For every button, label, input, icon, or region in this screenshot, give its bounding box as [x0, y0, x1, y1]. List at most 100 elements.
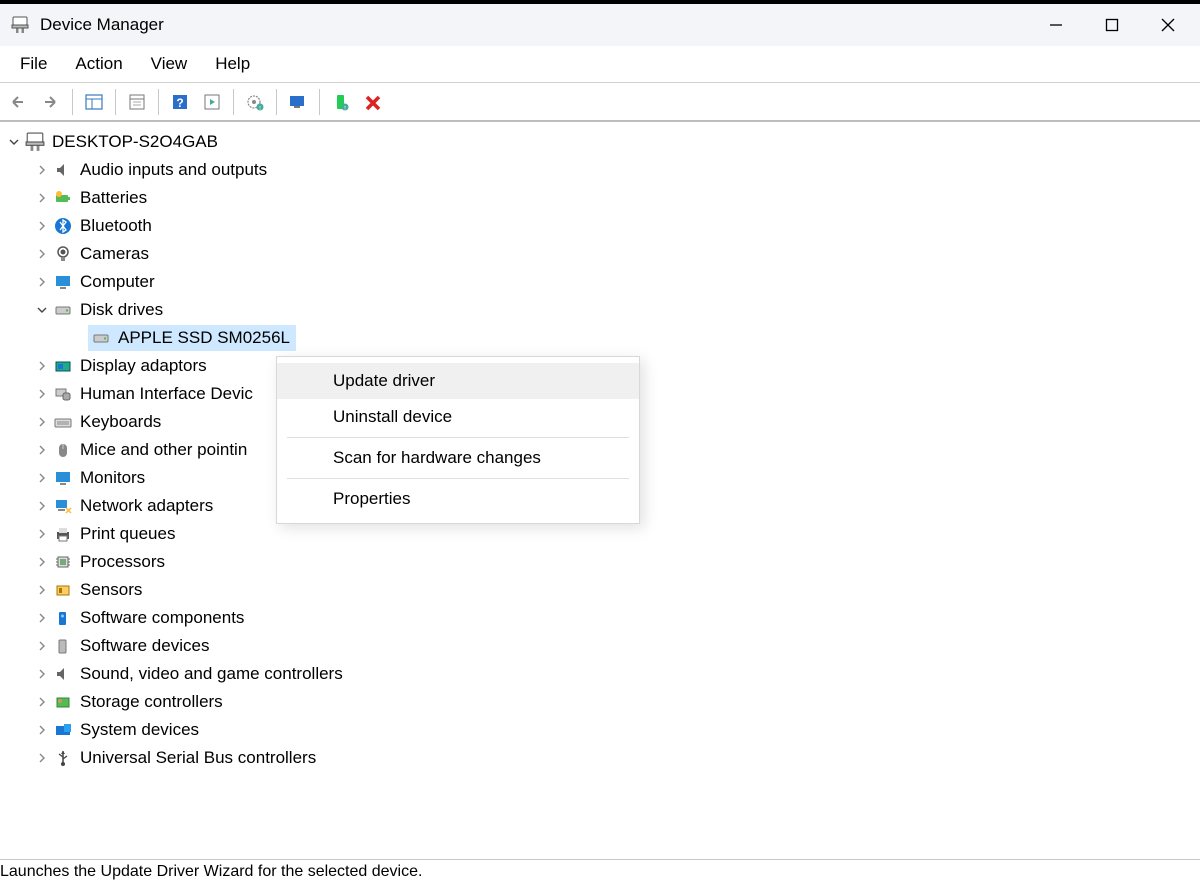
- tree-item-sensors[interactable]: Sensors: [32, 576, 1200, 604]
- software-device-icon: [52, 637, 74, 655]
- tree-item-label: Human Interface Devic: [80, 380, 253, 408]
- tree-item-label: Disk drives: [80, 296, 163, 324]
- toolbar-divider: [158, 89, 159, 115]
- tree-item-label: Computer: [80, 268, 155, 296]
- statusbar-text: Launches the Update Driver Wizard for th…: [0, 863, 422, 881]
- tree-item-label: Storage controllers: [80, 688, 223, 716]
- system-device-icon: [52, 721, 74, 739]
- usb-icon: [52, 749, 74, 767]
- tree-item-label: Cameras: [80, 240, 149, 268]
- ctx-separator: [287, 478, 629, 479]
- monitor-icon: [52, 469, 74, 487]
- menu-action[interactable]: Action: [61, 50, 136, 78]
- tree-item-batteries[interactable]: Batteries: [32, 184, 1200, 212]
- app-icon: [10, 15, 30, 35]
- tree-item-label: Processors: [80, 548, 165, 576]
- action-button[interactable]: [197, 88, 227, 116]
- tree-item-selected-device[interactable]: APPLE SSD SM0256L: [88, 324, 1200, 352]
- help-button[interactable]: ?: [165, 88, 195, 116]
- storage-controller-icon: [52, 693, 74, 711]
- ctx-update-driver[interactable]: Update driver: [277, 363, 639, 399]
- tree-item-computer[interactable]: Computer: [32, 268, 1200, 296]
- ctx-separator: [287, 437, 629, 438]
- statusbar: Launches the Update Driver Wizard for th…: [0, 859, 1200, 883]
- enable-device-button[interactable]: ↑: [326, 88, 356, 116]
- titlebar: Device Manager: [0, 4, 1200, 46]
- tree-item-label: Software components: [80, 604, 244, 632]
- toolbar-divider: [115, 89, 116, 115]
- mouse-icon: [52, 441, 74, 459]
- uninstall-device-button[interactable]: [358, 88, 388, 116]
- toolbar-divider: [233, 89, 234, 115]
- back-button[interactable]: [4, 88, 34, 116]
- ctx-scan-hardware[interactable]: Scan for hardware changes: [277, 440, 639, 476]
- ctx-uninstall-device[interactable]: Uninstall device: [277, 399, 639, 435]
- disk-icon: [52, 301, 74, 319]
- tree-item-software-devices[interactable]: Software devices: [32, 632, 1200, 660]
- tree-item-processors[interactable]: Processors: [32, 548, 1200, 576]
- selected-device-label: APPLE SSD SM0256L: [118, 324, 290, 352]
- properties-button[interactable]: [122, 88, 152, 116]
- svg-text:↑: ↑: [258, 105, 262, 111]
- scan-hardware-button[interactable]: [283, 88, 313, 116]
- tree-item-label: Print queues: [80, 520, 175, 548]
- tree-item-label: Keyboards: [80, 408, 161, 436]
- keyboard-icon: [52, 413, 74, 431]
- battery-icon: [52, 189, 74, 207]
- display-adapter-icon: [52, 357, 74, 375]
- toolbar: ? ↑ ↑: [0, 82, 1200, 122]
- tree-item-label: Universal Serial Bus controllers: [80, 744, 316, 772]
- tree-item-label: Batteries: [80, 184, 147, 212]
- maximize-button[interactable]: [1084, 4, 1140, 46]
- tree-item-software-components[interactable]: Software components: [32, 604, 1200, 632]
- tree-item-storage[interactable]: Storage controllers: [32, 688, 1200, 716]
- tree-item-label: Monitors: [80, 464, 145, 492]
- show-hide-console-button[interactable]: [79, 88, 109, 116]
- tree-item-disk-drives[interactable]: Disk drives: [32, 296, 1200, 324]
- menu-view[interactable]: View: [137, 50, 202, 78]
- toolbar-divider: [319, 89, 320, 115]
- tree-item-label: Software devices: [80, 632, 209, 660]
- camera-icon: [52, 245, 74, 263]
- sound-icon: [52, 665, 74, 683]
- tree-root[interactable]: DESKTOP-S2O4GAB: [4, 128, 1200, 156]
- menubar: File Action View Help: [0, 46, 1200, 82]
- tree-item-label: Bluetooth: [80, 212, 152, 240]
- software-component-icon: [52, 609, 74, 627]
- disk-icon: [90, 329, 112, 347]
- menu-file[interactable]: File: [6, 50, 61, 78]
- toolbar-divider: [72, 89, 73, 115]
- close-button[interactable]: [1140, 4, 1196, 46]
- window-title: Device Manager: [40, 15, 1028, 35]
- cpu-icon: [52, 553, 74, 571]
- svg-text:?: ?: [176, 96, 183, 110]
- sensor-icon: [52, 581, 74, 599]
- tree-item-audio[interactable]: Audio inputs and outputs: [32, 156, 1200, 184]
- menu-help[interactable]: Help: [201, 50, 264, 78]
- tree-item-label: Sound, video and game controllers: [80, 660, 343, 688]
- tree-item-label: System devices: [80, 716, 199, 744]
- tree-item-label: Mice and other pointin: [80, 436, 247, 464]
- tree-item-label: Network adapters: [80, 492, 213, 520]
- tree-item-usb[interactable]: Universal Serial Bus controllers: [32, 744, 1200, 772]
- tree-item-cameras[interactable]: Cameras: [32, 240, 1200, 268]
- update-driver-button[interactable]: ↑: [240, 88, 270, 116]
- ctx-properties[interactable]: Properties: [277, 481, 639, 517]
- tree-item-sound[interactable]: Sound, video and game controllers: [32, 660, 1200, 688]
- tree-item-label: Sensors: [80, 576, 142, 604]
- tree-root-label: DESKTOP-S2O4GAB: [52, 128, 218, 156]
- tree-item-bluetooth[interactable]: Bluetooth: [32, 212, 1200, 240]
- computer-root-icon: [24, 132, 46, 152]
- monitor-icon: [52, 273, 74, 291]
- minimize-button[interactable]: [1028, 4, 1084, 46]
- bluetooth-icon: [52, 217, 74, 235]
- forward-button[interactable]: [36, 88, 66, 116]
- printer-icon: [52, 525, 74, 543]
- context-menu: Update driver Uninstall device Scan for …: [276, 356, 640, 524]
- svg-text:↑: ↑: [343, 105, 347, 111]
- tree-item-label: Display adaptors: [80, 352, 207, 380]
- tree-item-system[interactable]: System devices: [32, 716, 1200, 744]
- tree-item-label: Audio inputs and outputs: [80, 156, 267, 184]
- hid-icon: [52, 385, 74, 403]
- tree-item-print[interactable]: Print queues: [32, 520, 1200, 548]
